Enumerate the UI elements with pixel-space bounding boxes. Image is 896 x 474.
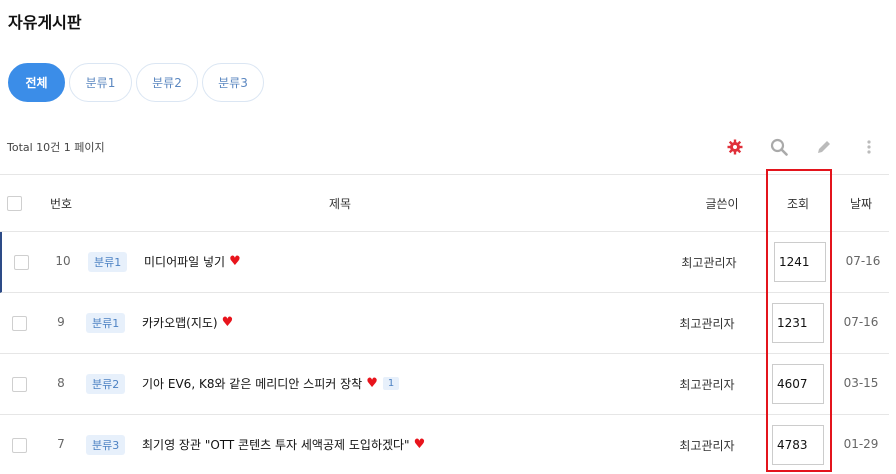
post-subject-text: 최기영 장관 "OTT 콘텐츠 투자 세액공제 도입하겠다" — [142, 438, 410, 452]
category-badge[interactable]: 분류2 — [86, 374, 126, 394]
heart-icon: ♥ — [229, 254, 241, 269]
post-number: 8 — [57, 376, 65, 390]
gear-icon[interactable] — [724, 136, 746, 158]
comment-count-badge: 1 — [382, 377, 400, 390]
category-tabs: 전체 분류1 분류2 분류3 — [8, 63, 264, 102]
category-badge[interactable]: 분류1 — [86, 313, 126, 333]
column-header-date: 날짜 — [849, 196, 873, 211]
post-number: 9 — [57, 315, 65, 329]
heart-icon: ♥ — [366, 376, 378, 391]
search-icon[interactable] — [768, 136, 790, 158]
view-count: 1231 — [772, 303, 824, 343]
post-author[interactable]: 최고관리자 — [670, 376, 744, 393]
post-number: 10 — [55, 254, 71, 268]
page-title: 자유게시판 — [8, 13, 82, 32]
post-subject-link[interactable]: 최기영 장관 "OTT 콘텐츠 투자 세액공제 도입하겠다" ♥ — [142, 436, 425, 453]
table-row[interactable]: 7 분류3 최기영 장관 "OTT 콘텐츠 투자 세액공제 도입하겠다" ♥ 최… — [0, 415, 889, 474]
post-subject-link[interactable]: 카카오맵(지도) ♥ — [142, 314, 233, 331]
view-count: 4783 — [772, 425, 824, 465]
heart-icon: ♥ — [221, 315, 234, 330]
category-badge[interactable]: 분류3 — [86, 435, 126, 455]
table-row[interactable]: 9 분류1 카카오맵(지도) ♥ 최고관리자 1231 07-16 — [0, 293, 889, 354]
post-subject-link[interactable]: 기아 EV6, K8와 같은 메리디안 스피커 장착 ♥ 1 — [142, 375, 400, 392]
column-header-views: 조회 — [786, 196, 810, 211]
post-date: 01-29 — [843, 437, 879, 451]
view-count: 4607 — [772, 364, 824, 404]
select-all-checkbox[interactable] — [6, 195, 22, 211]
category-tab-all[interactable]: 전체 — [8, 63, 65, 102]
row-checkbox[interactable] — [12, 438, 27, 453]
more-vertical-icon[interactable] — [858, 136, 880, 158]
post-subject-link[interactable]: 미디어파일 넣기 ♥ — [144, 253, 241, 270]
row-checkbox[interactable] — [12, 316, 27, 331]
post-author[interactable]: 최고관리자 — [670, 315, 744, 332]
post-subject-text: 카카오맵(지도) — [142, 316, 218, 330]
category-tab-3[interactable]: 분류3 — [202, 63, 264, 102]
post-author[interactable]: 최고관리자 — [670, 437, 744, 454]
view-count: 1241 — [774, 242, 826, 282]
table-header: 번호 제목 글쓴이 조회 날짜 — [0, 175, 889, 231]
post-date: 07-16 — [845, 254, 881, 268]
post-subject-text: 미디어파일 넣기 — [144, 255, 226, 269]
table-row[interactable]: 10 분류1 미디어파일 넣기 ♥ 최고관리자 1241 07-16 — [0, 232, 889, 293]
column-header-num: 번호 — [49, 196, 73, 211]
row-checkbox[interactable] — [14, 255, 29, 270]
category-badge[interactable]: 분류1 — [88, 252, 128, 272]
column-header-author: 글쓴이 — [705, 196, 739, 211]
post-author[interactable]: 최고관리자 — [672, 254, 746, 271]
post-subject-text: 기아 EV6, K8와 같은 메리디안 스피커 장착 — [142, 377, 363, 391]
heart-icon: ♥ — [413, 437, 426, 452]
category-tab-1[interactable]: 분류1 — [69, 63, 132, 102]
board-toolbar — [0, 136, 896, 158]
post-number: 7 — [57, 437, 65, 451]
post-date: 07-16 — [843, 315, 879, 329]
row-checkbox[interactable] — [12, 377, 27, 392]
category-tab-2[interactable]: 분류2 — [136, 63, 198, 102]
table-row[interactable]: 8 분류2 기아 EV6, K8와 같은 메리디안 스피커 장착 ♥ 1 최고관… — [0, 354, 889, 415]
pencil-icon[interactable] — [813, 136, 835, 158]
post-date: 03-15 — [843, 376, 879, 390]
column-header-subject: 제목 — [328, 196, 352, 211]
